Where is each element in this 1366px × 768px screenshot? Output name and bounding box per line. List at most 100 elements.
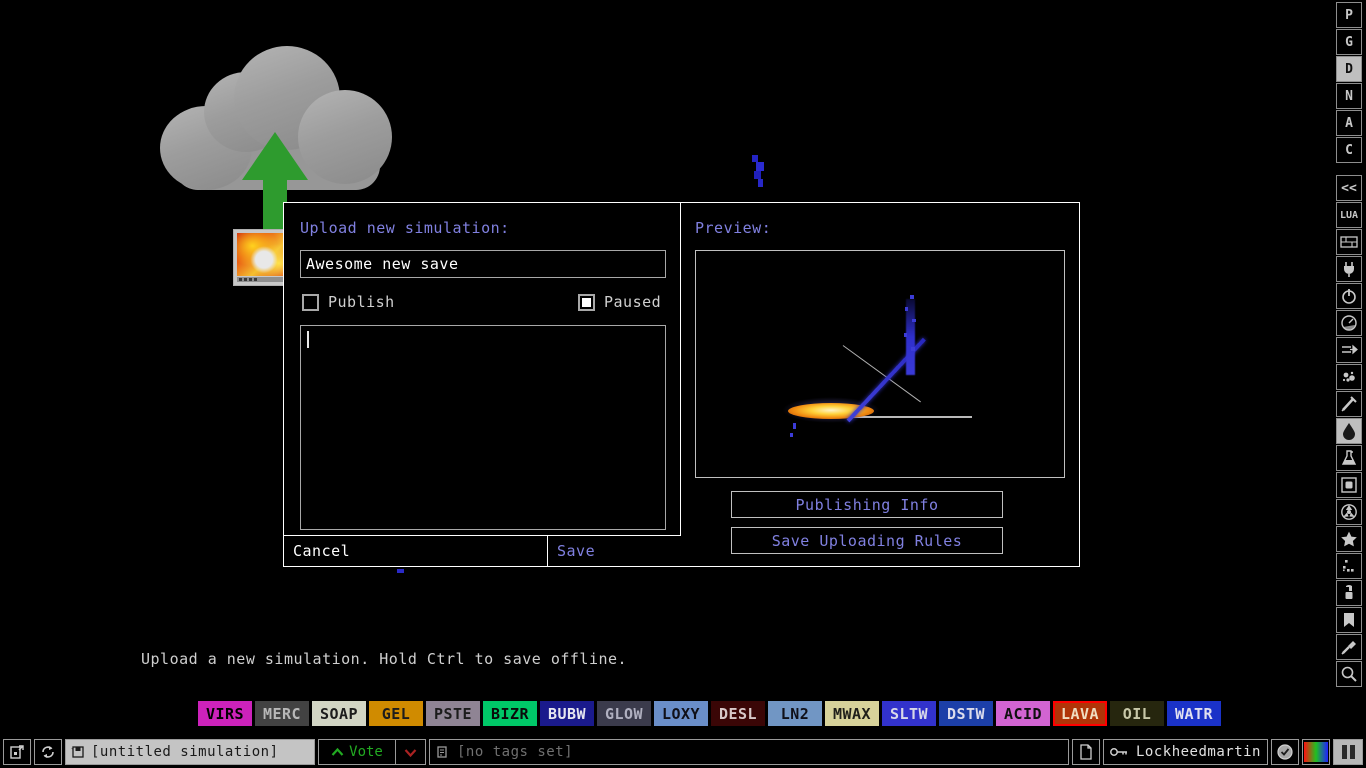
- electronics-menu-button[interactable]: [1336, 256, 1362, 282]
- stray-particle: [752, 155, 758, 162]
- render-mode-g[interactable]: G: [1336, 29, 1362, 55]
- element-button-virs[interactable]: VIRS: [198, 701, 252, 726]
- gases-menu-button[interactable]: [1336, 391, 1362, 417]
- liquids-menu-button[interactable]: [1336, 418, 1362, 444]
- element-button-loxy[interactable]: LOXY: [654, 701, 708, 726]
- upload-heading: Upload new simulation:: [300, 219, 510, 237]
- lua-console-button[interactable]: LUA: [1336, 202, 1362, 228]
- element-button-gel[interactable]: GEL: [369, 701, 423, 726]
- explosives-menu-button[interactable]: [1336, 364, 1362, 390]
- radioactive-menu-button[interactable]: [1336, 499, 1362, 525]
- element-button-merc[interactable]: MERC: [255, 701, 309, 726]
- save-uploading-rules-button[interactable]: Save Uploading Rules: [731, 527, 1003, 554]
- render-mode-p[interactable]: P: [1336, 2, 1362, 28]
- syringe-icon: [1339, 394, 1359, 414]
- dialog-footer: Cancel Save: [284, 535, 681, 566]
- save-description-input[interactable]: [300, 325, 666, 530]
- element-button-desl[interactable]: DESL: [711, 701, 765, 726]
- pause-button[interactable]: [1333, 739, 1363, 765]
- arrow-head: [242, 132, 308, 180]
- element-button-watr[interactable]: WATR: [1167, 701, 1221, 726]
- search-menu-button[interactable]: [1336, 661, 1362, 687]
- favorites-menu-button[interactable]: [1336, 607, 1362, 633]
- element-button-acid[interactable]: ACID: [996, 701, 1050, 726]
- stray-particle: [397, 569, 404, 573]
- simulation-name-field[interactable]: ↘ [untitled simulation]: [65, 739, 315, 765]
- special-menu-button[interactable]: [1336, 526, 1362, 552]
- solids-menu-button[interactable]: [1336, 472, 1362, 498]
- rgb-swatch: [1304, 742, 1328, 762]
- login-button[interactable]: Lockheedmartin: [1103, 739, 1268, 765]
- sidebar-divider: [1336, 164, 1364, 174]
- vote-up-button[interactable]: Vote: [318, 739, 396, 765]
- thumbnail-image: [237, 233, 289, 276]
- element-button-dstw[interactable]: DSTW: [939, 701, 993, 726]
- cloud-lobe: [298, 90, 392, 184]
- publishing-info-button[interactable]: Publishing Info: [731, 491, 1003, 518]
- simulation-preview[interactable]: [695, 250, 1065, 478]
- element-button-soap[interactable]: SOAP: [312, 701, 366, 726]
- status-message: Upload a new simulation. Hold Ctrl to sa…: [141, 650, 627, 668]
- star-icon: [1339, 529, 1359, 549]
- element-button-pste[interactable]: PSTE: [426, 701, 480, 726]
- tag-icon: [436, 745, 450, 759]
- render-mode-a[interactable]: A: [1336, 110, 1362, 136]
- decoration-menu-button[interactable]: [1336, 634, 1362, 660]
- preview-spark: [910, 295, 914, 299]
- tags-text: [no tags set]: [457, 744, 573, 760]
- preview-spark: [793, 423, 796, 429]
- block-icon: [1339, 475, 1359, 495]
- render-mode-c[interactable]: C: [1336, 137, 1362, 163]
- new-document-icon[interactable]: [1072, 739, 1100, 765]
- element-button-ln2[interactable]: LN2: [768, 701, 822, 726]
- bottom-status-bar: ↘ [untitled simulation] Vote [no tags se…: [0, 736, 1366, 768]
- render-mode-d[interactable]: D: [1336, 56, 1362, 82]
- vote-group: Vote: [318, 739, 426, 765]
- open-file-icon[interactable]: [3, 739, 31, 765]
- element-button-mwax[interactable]: MWAX: [825, 701, 879, 726]
- magnet-icon: [1339, 583, 1359, 603]
- render-mode-n[interactable]: N: [1336, 83, 1362, 109]
- search-icon: [1339, 664, 1359, 684]
- vote-down-button[interactable]: [396, 739, 426, 765]
- cancel-button[interactable]: Cancel: [284, 536, 548, 566]
- paused-checkbox-row[interactable]: Paused: [578, 293, 661, 311]
- wall-icon: [1339, 232, 1359, 252]
- simulation-name-text: [untitled simulation]: [91, 744, 279, 760]
- thumbnail-toolbar-strip: [237, 277, 289, 282]
- paused-checkbox[interactable]: [578, 294, 595, 311]
- force-menu-button[interactable]: [1336, 337, 1362, 363]
- upload-simulation-dialog: Upload new simulation: Publish Paused Ca…: [283, 202, 1080, 567]
- publish-checkbox-row[interactable]: Publish: [302, 293, 395, 311]
- element-button-lava[interactable]: LAVA: [1053, 701, 1107, 726]
- preview-spark: [911, 347, 915, 351]
- element-button-oil[interactable]: OIL: [1110, 701, 1164, 726]
- element-button-sltw[interactable]: SLTW: [882, 701, 936, 726]
- life-menu-button[interactable]: [1336, 553, 1362, 579]
- vote-label: Vote: [349, 744, 383, 760]
- power-icon: [1339, 286, 1359, 306]
- element-button-bizr[interactable]: BIZR: [483, 701, 537, 726]
- powders-menu-button[interactable]: [1336, 445, 1362, 471]
- verified-badge-icon[interactable]: [1271, 739, 1299, 765]
- rgb-spectrum-icon[interactable]: [1302, 739, 1330, 765]
- bookmark-icon: [1339, 610, 1359, 630]
- preview-heading: Preview:: [695, 219, 771, 237]
- element-button-glow[interactable]: GLOW: [597, 701, 651, 726]
- stray-particle: [754, 171, 761, 179]
- collapse-menu-button[interactable]: <<: [1336, 175, 1362, 201]
- save-button[interactable]: Save: [548, 536, 681, 566]
- force-arrow-icon: [1339, 340, 1359, 360]
- powered-menu-button[interactable]: [1336, 283, 1362, 309]
- tags-field[interactable]: [no tags set]: [429, 739, 1069, 765]
- tools-menu-button[interactable]: [1336, 580, 1362, 606]
- element-button-bubw[interactable]: BUBW: [540, 701, 594, 726]
- walls-menu-button[interactable]: [1336, 229, 1362, 255]
- sensors-menu-button[interactable]: [1336, 310, 1362, 336]
- save-icon: ↘: [71, 745, 85, 759]
- save-title-input[interactable]: [300, 250, 666, 278]
- publish-checkbox[interactable]: [302, 294, 319, 311]
- droplet-icon: [1339, 421, 1359, 441]
- reload-icon[interactable]: [34, 739, 62, 765]
- preview-spark: [912, 319, 916, 322]
